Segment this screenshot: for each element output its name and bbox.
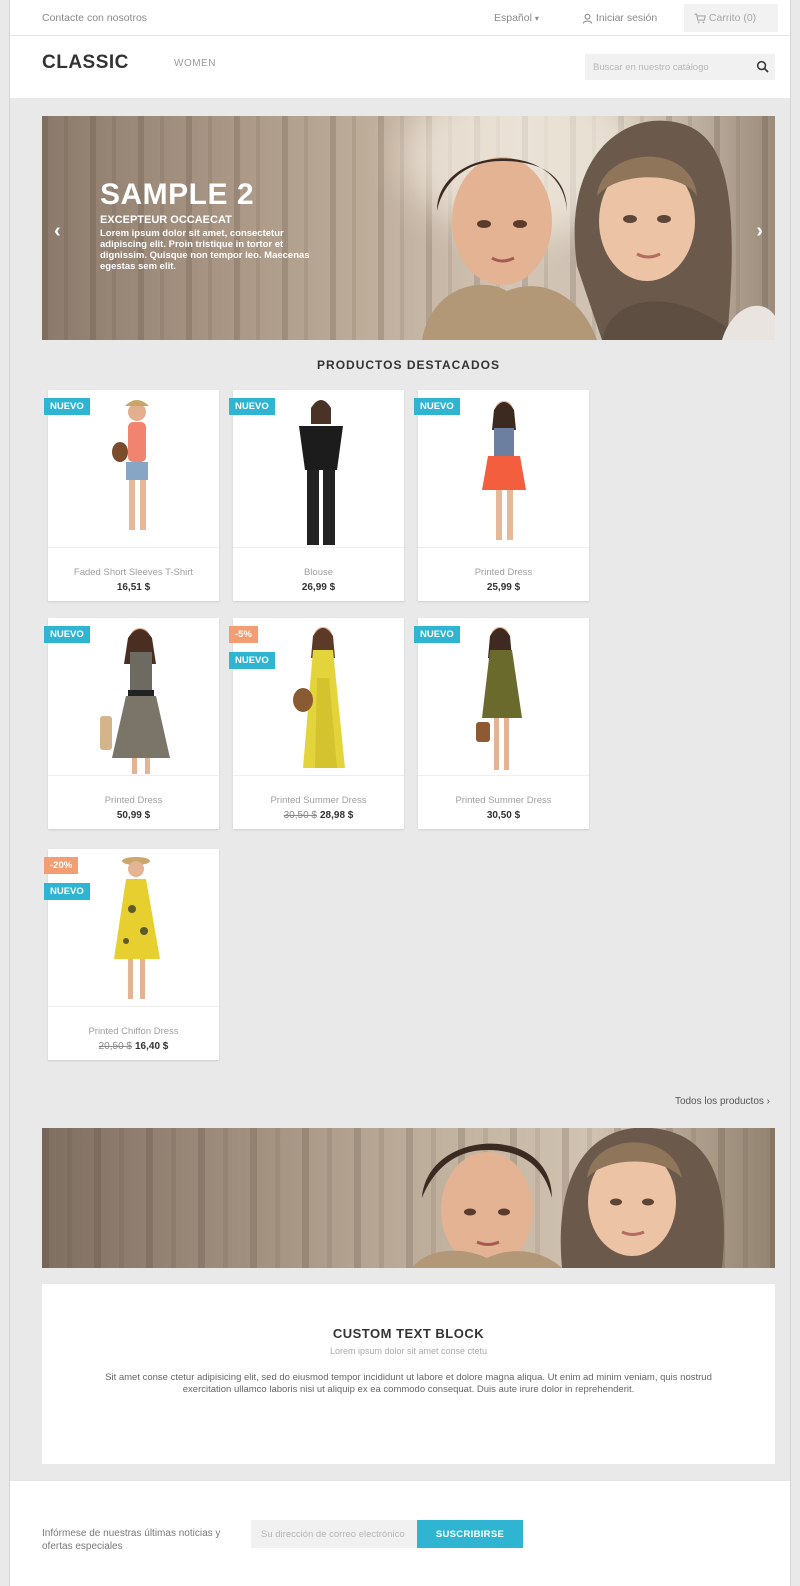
- search-input[interactable]: [593, 59, 749, 75]
- product-name[interactable]: Blouse: [233, 567, 404, 578]
- product-card[interactable]: NUEVO Faded Short Sleeves T-Shirt 16,51 …: [44, 390, 219, 601]
- product-card[interactable]: NUEVO Printed Dress 50,99 $: [44, 618, 219, 829]
- new-badge: NUEVO: [44, 626, 90, 643]
- product-card[interactable]: -5% NUEVO Printed Summer Dress 30,50 $28…: [229, 618, 404, 829]
- caret-down-icon: ▾: [534, 14, 539, 23]
- hero-slider[interactable]: SAMPLE 2 EXCEPTEUR OCCAECAT Lorem ipsum …: [42, 116, 775, 340]
- new-badge: NUEVO: [414, 626, 460, 643]
- product-card[interactable]: -20% NUEVO Printed Chiffon Dress 20,50 $…: [44, 849, 219, 1060]
- user-icon: [582, 13, 593, 24]
- contact-link[interactable]: Contacte con nosotros: [42, 12, 147, 24]
- product-image[interactable]: [233, 618, 404, 776]
- slider-description: Lorem ipsum dolor sit amet, consectetur …: [100, 228, 310, 272]
- product-current-price: 28,98 $: [320, 810, 354, 821]
- custom-block-subtitle: Lorem ipsum dolor sit amet conse ctetu: [329, 1346, 488, 1356]
- newsletter-text: Infórmese de nuestras últimas noticias y…: [42, 1528, 221, 1552]
- slider-caption: SAMPLE 2 EXCEPTEUR OCCAECAT Lorem ipsum …: [100, 178, 330, 272]
- banner-image: [412, 1128, 724, 1268]
- product-card[interactable]: NUEVO Printed Dress 25,99 $: [414, 390, 589, 601]
- promo-banner[interactable]: [42, 1128, 775, 1268]
- signin-label: Iniciar sesión: [595, 12, 658, 24]
- product-name[interactable]: Printed Dress: [48, 795, 219, 806]
- new-badge: NUEVO: [414, 398, 460, 415]
- product-old-price: 20,50 $: [98, 1041, 132, 1052]
- product-price: 20,50 $16,40 $: [48, 1041, 219, 1052]
- cart-button[interactable]: Carrito (0): [684, 4, 778, 32]
- custom-block-title: CUSTOM TEXT BLOCK: [332, 1326, 485, 1341]
- product-name[interactable]: Faded Short Sleeves T-Shirt: [48, 567, 219, 578]
- signin-link[interactable]: Iniciar sesión: [582, 12, 657, 24]
- header: CLASSIC WOMEN: [10, 36, 790, 98]
- discount-badge: -20%: [44, 857, 79, 874]
- cart-icon: [694, 13, 706, 23]
- product-card[interactable]: NUEVO Printed Summer Dress 30,50 $: [414, 618, 589, 829]
- newsletter-section: Infórmese de nuestras últimas noticias y…: [10, 1480, 790, 1586]
- discount-badge: -5%: [229, 626, 258, 643]
- new-badge: NUEVO: [229, 652, 275, 669]
- slider-next-arrow-icon[interactable]: ›: [756, 220, 763, 243]
- product-card[interactable]: NUEVO Blouse 26,99 $: [229, 390, 404, 601]
- language-label: Español: [494, 12, 532, 24]
- subscribe-button[interactable]: SUSCRIBIRSE: [417, 1520, 523, 1548]
- search-icon[interactable]: [756, 60, 769, 73]
- product-price: 50,99 $: [116, 810, 151, 821]
- new-badge: NUEVO: [44, 883, 90, 900]
- product-name[interactable]: Printed Summer Dress: [418, 795, 589, 806]
- product-old-price: 30,50 $: [283, 810, 317, 821]
- product-price: 30,50 $: [486, 810, 521, 821]
- slider-prev-arrow-icon[interactable]: ‹: [54, 220, 61, 243]
- product-price: 30,50 $28,98 $: [233, 810, 404, 821]
- product-price: 16,51 $: [116, 582, 151, 593]
- cart-label: Carrito (0): [708, 12, 757, 24]
- slider-title: SAMPLE 2: [100, 178, 255, 211]
- menu-item-women[interactable]: WOMEN: [174, 58, 216, 69]
- all-products-link[interactable]: Todos los productos ›: [600, 1096, 770, 1107]
- language-selector[interactable]: Español ▾: [494, 12, 539, 24]
- product-current-price: 16,40 $: [135, 1041, 169, 1052]
- featured-products-title: PRODUCTOS DESTACADOS: [317, 358, 500, 372]
- new-badge: NUEVO: [44, 398, 90, 415]
- product-name[interactable]: Printed Dress: [418, 567, 589, 578]
- custom-text-block: CUSTOM TEXT BLOCK Lorem ipsum dolor sit …: [42, 1284, 775, 1464]
- product-price: 26,99 $: [301, 582, 336, 593]
- search-box: [585, 54, 775, 80]
- newsletter-email-input[interactable]: [251, 1520, 417, 1548]
- custom-block-text: Sit amet conse ctetur adipisicing elit, …: [105, 1372, 712, 1395]
- store-logo[interactable]: CLASSIC: [42, 52, 129, 74]
- product-name[interactable]: Printed Summer Dress: [233, 795, 404, 806]
- product-price: 25,99 $: [486, 582, 521, 593]
- top-nav: Contacte con nosotros Español ▾ Iniciar …: [10, 0, 790, 36]
- product-name[interactable]: Printed Chiffon Dress: [48, 1026, 219, 1037]
- slider-subtitle: EXCEPTEUR OCCAECAT: [100, 214, 232, 226]
- new-badge: NUEVO: [229, 398, 275, 415]
